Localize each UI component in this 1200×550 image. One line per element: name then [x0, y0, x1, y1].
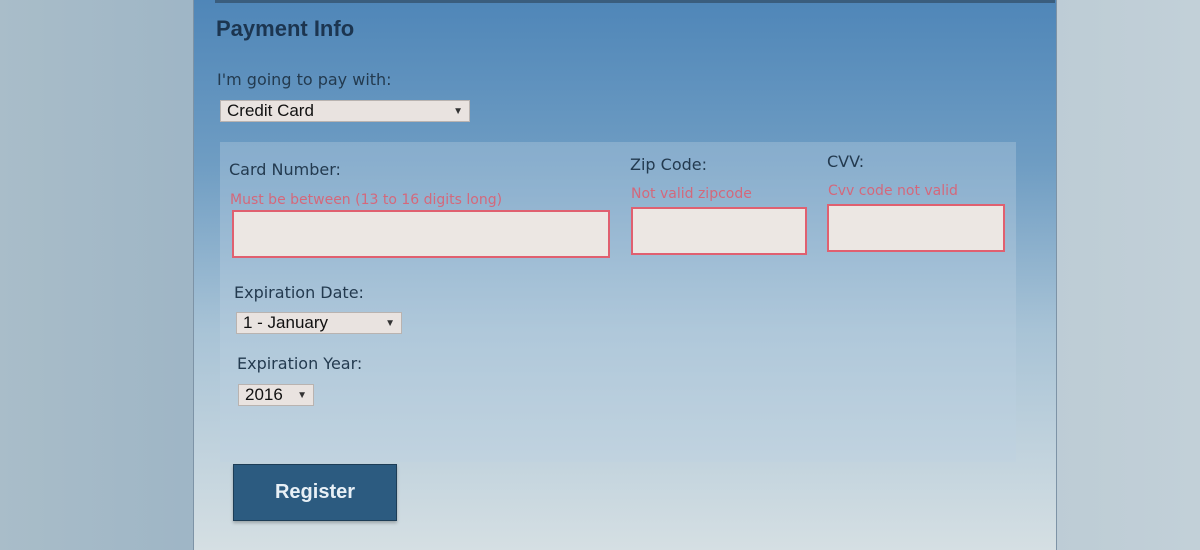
chevron-down-icon: ▼ [385, 317, 395, 329]
card-number-error: Must be between (13 to 16 digits long) [230, 192, 503, 208]
payment-method-select[interactable]: Credit Card ▼ [220, 100, 470, 122]
register-button[interactable]: Register [233, 464, 397, 521]
expiration-year-label: Expiration Year: [237, 354, 363, 373]
section-title: Payment Info [216, 16, 355, 41]
cvv-error: Cvv code not valid [828, 183, 958, 199]
expiration-date-value: 1 - January [243, 313, 329, 332]
payment-method-value: Credit Card [227, 101, 314, 120]
expiration-date-select[interactable]: 1 - January ▼ [236, 312, 402, 334]
chevron-down-icon: ▼ [297, 389, 307, 401]
expiration-year-select[interactable]: 2016 ▼ [238, 384, 314, 406]
chevron-down-icon: ▼ [453, 105, 463, 117]
card-number-label: Card Number: [229, 160, 341, 179]
expiration-year-value: 2016 [245, 385, 283, 404]
payment-method-label: I'm going to pay with: [217, 70, 392, 89]
zip-code-input[interactable] [631, 207, 807, 255]
zip-code-label: Zip Code: [630, 155, 707, 174]
section-divider [215, 0, 1055, 3]
card-number-input[interactable] [232, 210, 610, 258]
zip-code-error: Not valid zipcode [631, 186, 752, 202]
expiration-date-label: Expiration Date: [234, 283, 364, 302]
cvv-label: CVV: [827, 152, 865, 171]
cvv-input[interactable] [827, 204, 1005, 252]
